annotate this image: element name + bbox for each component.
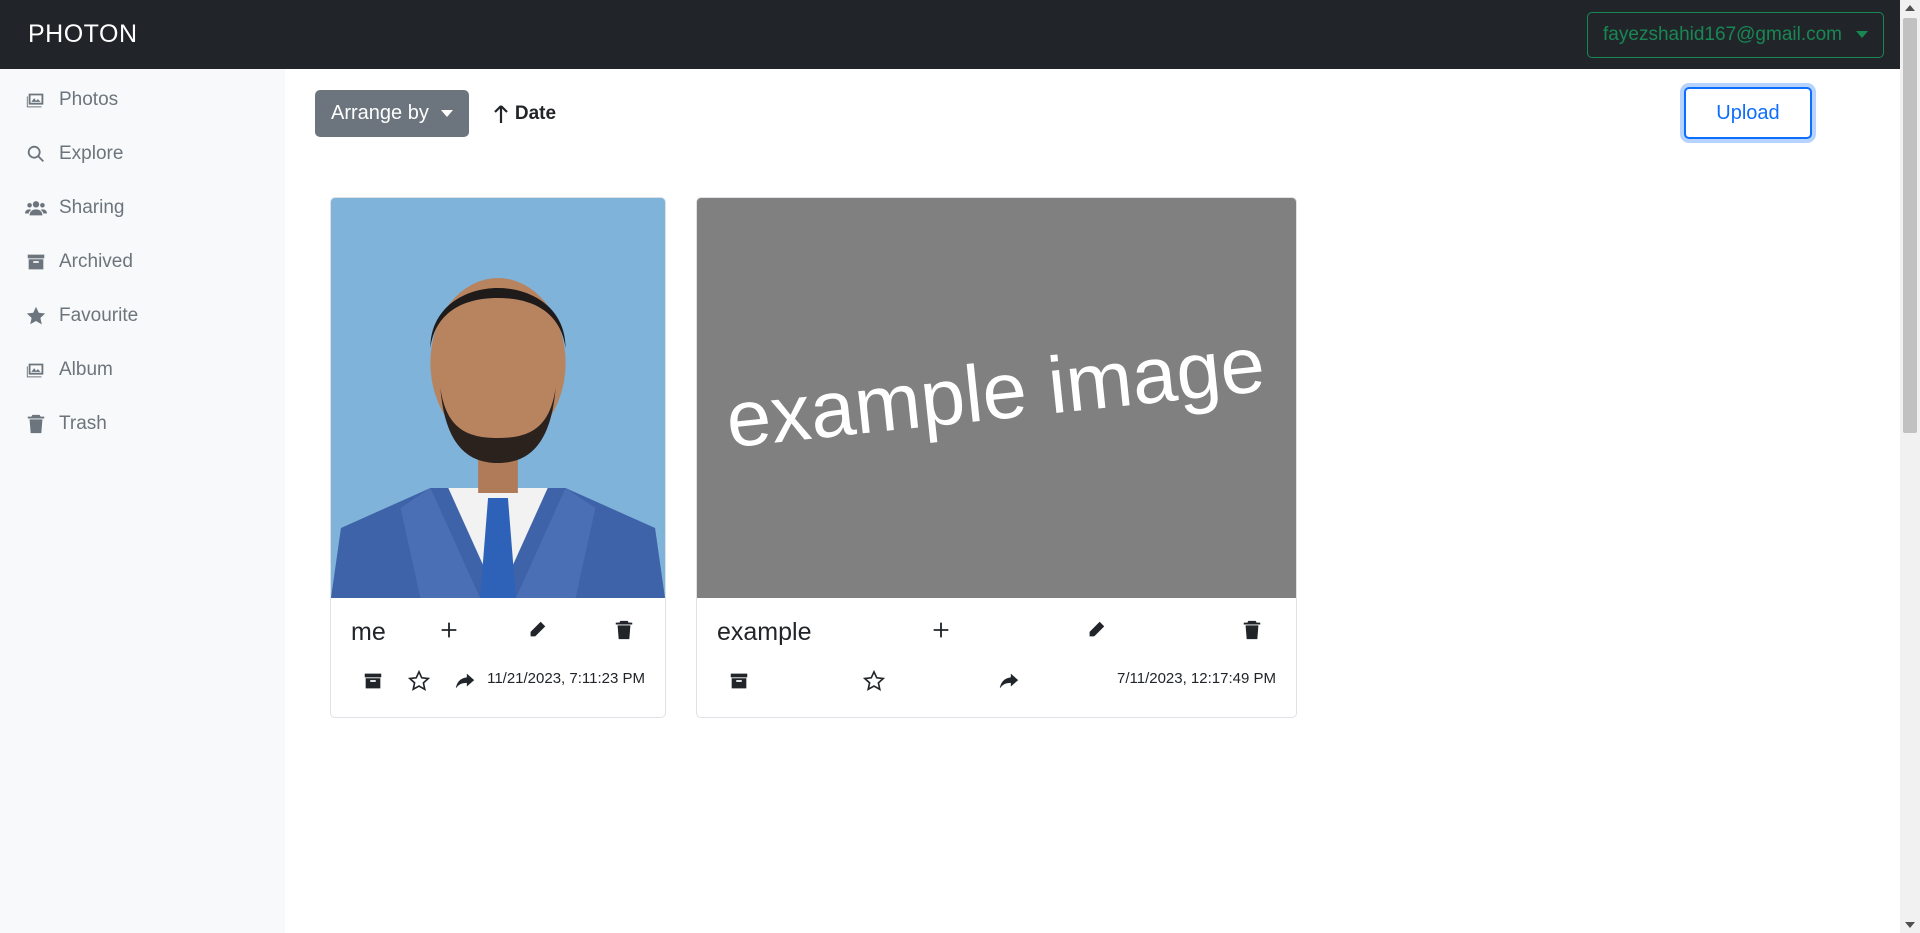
search-icon [27, 145, 44, 162]
main-content: Arrange by Date Upload me 11/21/2023, 7:… [285, 69, 1900, 933]
sidebar-item-label: Sharing [59, 197, 125, 218]
trash-icon[interactable] [612, 618, 636, 642]
sidebar-item-archived[interactable]: Archived [0, 235, 285, 289]
sidebar-item-label: Album [59, 359, 113, 380]
page-scrollbar[interactable] [1900, 0, 1920, 933]
sidebar-item-label: Photos [59, 89, 119, 110]
edit-pencil-icon[interactable] [525, 618, 549, 642]
sidebar-item-label: Archived [59, 251, 133, 272]
sidebar-item-trash[interactable]: Trash [0, 397, 285, 451]
sidebar-item-favourite[interactable]: Favourite [0, 289, 285, 343]
sidebar-item-sharing[interactable]: Sharing [0, 181, 285, 235]
archive-icon[interactable] [361, 669, 385, 693]
photo-card: example image example 7/11/2023, 12:17:4 [696, 197, 1297, 718]
trash-icon [27, 414, 45, 434]
trash-icon[interactable] [1240, 618, 1264, 642]
user-menu-dropdown[interactable]: fayezshahid167@gmail.com [1587, 11, 1884, 58]
brand-logo[interactable]: PHOTON [28, 20, 138, 49]
sidebar: Photos Explore Sharing Archived Favourit… [0, 69, 285, 933]
users-icon [25, 201, 47, 216]
star-icon [26, 306, 46, 325]
sidebar-item-label: Trash [59, 413, 107, 434]
scroll-thumb[interactable] [1903, 18, 1917, 433]
arrange-by-dropdown[interactable]: Arrange by [315, 90, 469, 137]
archive-icon[interactable] [727, 669, 751, 693]
sort-date-label: Date [514, 102, 557, 124]
add-to-album-icon[interactable] [929, 618, 953, 642]
arrange-by-label: Arrange by [331, 102, 429, 124]
photo-timestamp: 7/11/2023, 12:17:49 PM [1116, 670, 1276, 687]
arrow-up-icon [494, 104, 508, 123]
card-body: me 11/21/2023, 7:11:23 PM [331, 598, 665, 717]
top-navbar: PHOTON fayezshahid167@gmail.com [0, 0, 1900, 69]
images-icon [26, 363, 44, 378]
sidebar-item-label: Favourite [59, 305, 139, 326]
photo-title: me [351, 618, 386, 646]
sidebar-item-label: Explore [59, 143, 124, 164]
scroll-down-arrow-icon[interactable] [1905, 922, 1915, 928]
star-outline-icon[interactable] [407, 669, 431, 693]
images-icon [26, 93, 44, 108]
toolbar: Arrange by Date [315, 90, 556, 137]
card-body: example 7/11/2023, 12:17:49 PM [697, 598, 1296, 717]
archive-icon [27, 254, 45, 270]
scroll-up-arrow-icon[interactable] [1905, 5, 1915, 11]
sort-date-toggle[interactable]: Date [493, 103, 556, 125]
chevron-down-icon [440, 110, 453, 117]
share-icon[interactable] [997, 669, 1021, 693]
star-outline-icon[interactable] [862, 669, 886, 693]
photo-title: example [717, 618, 812, 646]
edit-pencil-icon[interactable] [1084, 618, 1108, 642]
photo-thumbnail[interactable]: example image [697, 198, 1296, 598]
sidebar-item-explore[interactable]: Explore [0, 127, 285, 181]
photo-card: me 11/21/2023, 7:11:23 PM [330, 197, 666, 718]
share-icon[interactable] [453, 669, 477, 693]
add-to-album-icon[interactable] [437, 618, 461, 642]
chevron-down-icon [1856, 31, 1868, 38]
user-email: fayezshahid167@gmail.com [1603, 23, 1842, 45]
photo-thumbnail[interactable] [331, 198, 665, 598]
sidebar-item-photos[interactable]: Photos [0, 73, 285, 127]
sidebar-item-album[interactable]: Album [0, 343, 285, 397]
upload-button[interactable]: Upload [1684, 87, 1812, 139]
photo-timestamp: 11/21/2023, 7:11:23 PM [487, 670, 645, 687]
